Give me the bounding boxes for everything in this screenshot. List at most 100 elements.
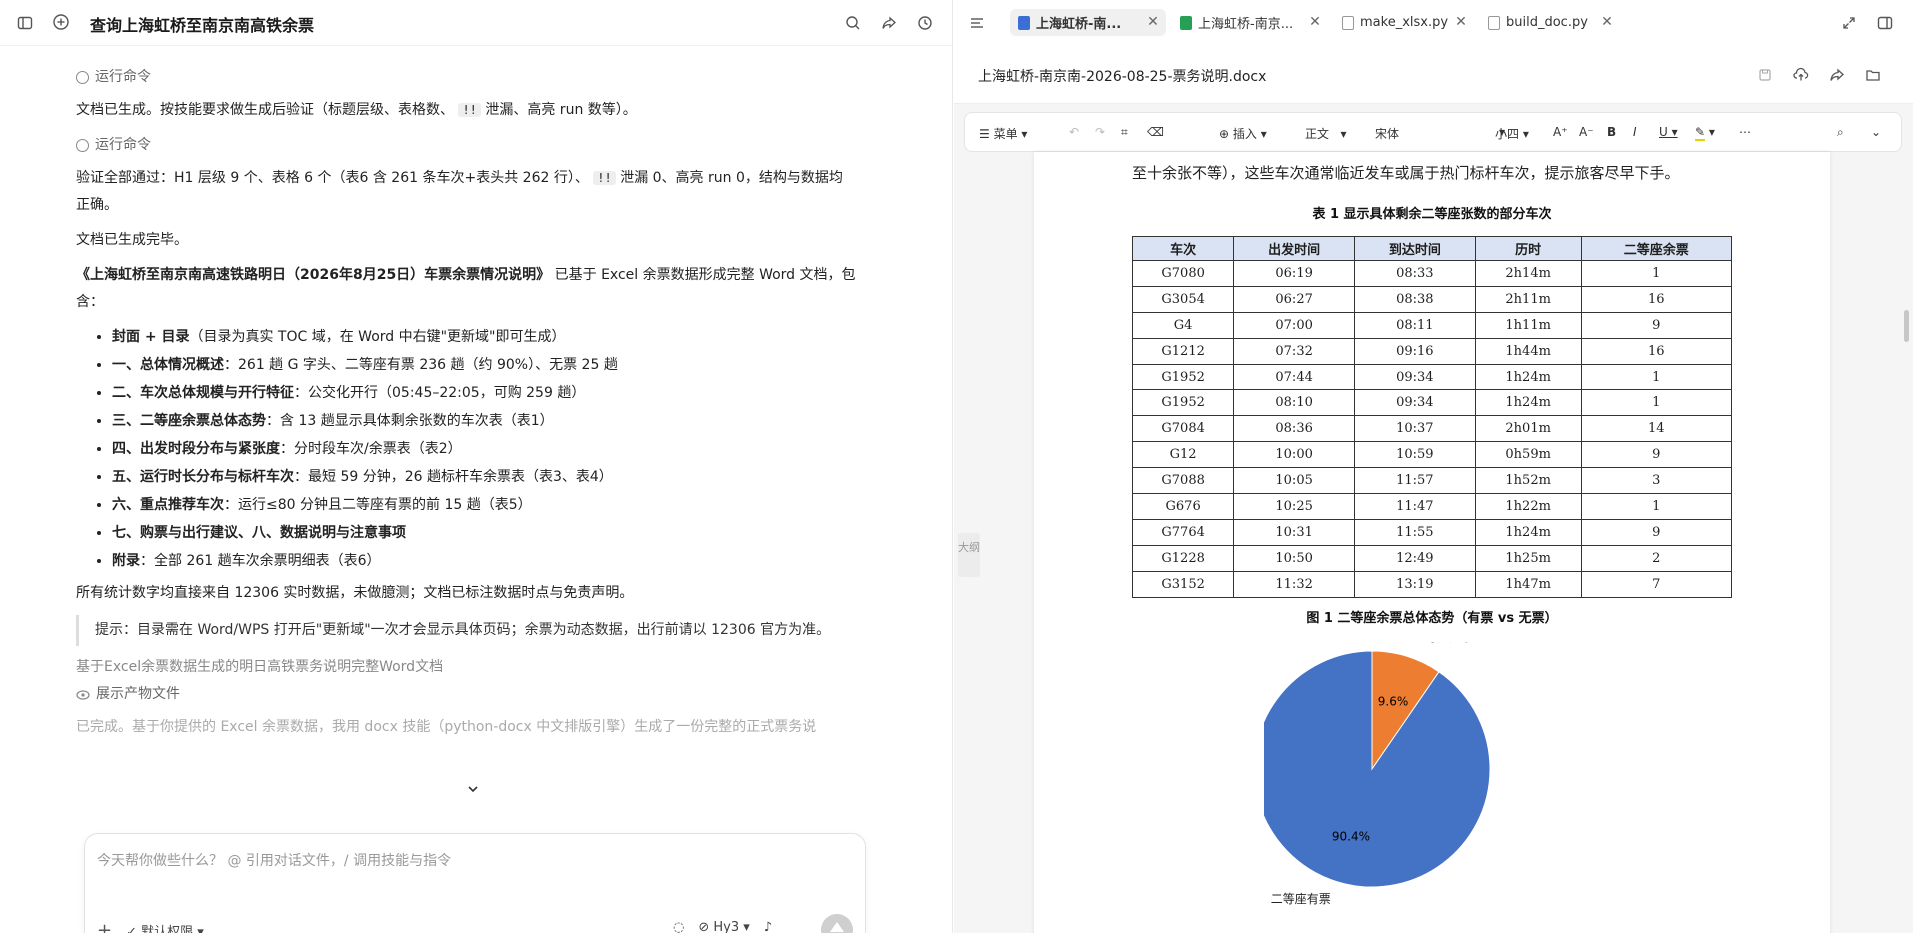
run-command-item[interactable]: 运行命令 xyxy=(76,64,856,91)
decrease-font-icon[interactable]: A⁻ xyxy=(1579,125,1594,139)
table-cell: 16 xyxy=(1580,285,1733,313)
show-artifact-button[interactable]: 展示产物文件 xyxy=(76,681,856,708)
table-header-cell: 到达时间 xyxy=(1353,236,1476,261)
share-icon[interactable] xyxy=(1826,64,1848,86)
table-caption: 表 1 显示具体剩余二等座张数的部分车次 xyxy=(1312,207,1552,222)
upload-icon[interactable] xyxy=(1790,64,1812,86)
table-cell: 1h52m xyxy=(1474,467,1582,495)
table-header-cell: 车次 xyxy=(1131,236,1235,261)
table-cell: 11:57 xyxy=(1353,467,1476,495)
table-cell: 9 xyxy=(1580,441,1733,469)
table-cell: 9 xyxy=(1580,311,1733,339)
message-paragraph: 验证全部通过：H1 层级 9 个、表格 6 个（表6 含 261 条车次+表头共… xyxy=(76,170,843,213)
table-cell: 08:38 xyxy=(1353,285,1476,313)
table-cell: 10:59 xyxy=(1353,441,1476,469)
insert-button[interactable]: ⊕ 插入 ▾ xyxy=(1219,125,1267,142)
table-cell: 0h59m xyxy=(1474,441,1582,469)
table-row: G12 10:00 10:59 0h59m 9 xyxy=(1131,441,1733,469)
list-item: 封面 + 目录（目录为真实 TOC 域，在 Word 中右键"更新域"即可生成） xyxy=(112,324,856,350)
outline-tab[interactable]: 大纲 xyxy=(958,533,980,577)
table-cell: 2 xyxy=(1580,544,1733,572)
undo-icon[interactable]: ↶ xyxy=(1069,125,1079,139)
highlight-icon[interactable]: ✎ ▾ xyxy=(1695,125,1715,141)
loading-icon: ◌ xyxy=(673,920,685,933)
table-cell: 07:44 xyxy=(1233,363,1355,391)
close-icon[interactable]: ✕ xyxy=(1600,15,1614,29)
table-cell: 1h44m xyxy=(1474,337,1582,365)
menu-button[interactable]: ☰ 菜单 ▾ xyxy=(979,125,1027,142)
run-command-item[interactable]: 运行命令 xyxy=(76,132,856,159)
chat-input-box[interactable]: 今天帮你做些什么？ @ 引用对话文件，/ 调用技能与指令 + ✓ 默认权限 ▾ … xyxy=(84,833,866,933)
underline-icon[interactable]: U ▾ xyxy=(1659,125,1678,139)
table-cell: 1 xyxy=(1580,389,1733,417)
model-selector[interactable]: ⊘ Hy3 ▾ xyxy=(698,920,749,933)
mic-icon[interactable]: ♪ xyxy=(764,920,772,933)
table-cell: 10:00 xyxy=(1233,441,1355,469)
history-icon[interactable] xyxy=(914,12,936,34)
increase-font-icon[interactable]: A⁺ xyxy=(1553,125,1568,139)
terminal-icon xyxy=(76,71,89,84)
style-selector[interactable]: 正文 ▾ xyxy=(1305,125,1346,142)
eraser-icon[interactable]: ⌫ xyxy=(1147,125,1164,139)
font-selector[interactable]: 宋体 ▾ xyxy=(1375,125,1505,142)
font-size-selector[interactable]: 小四 ▾ xyxy=(1495,125,1529,142)
save-icon[interactable] xyxy=(1754,64,1776,86)
scrollbar[interactable] xyxy=(1904,310,1909,342)
table-cell: 2h11m xyxy=(1474,285,1582,313)
list-item: 二、车次总体规模与开行特征：公交化开行（05:45–22:05，可购 259 趟… xyxy=(112,380,856,406)
redo-icon[interactable]: ↷ xyxy=(1095,125,1105,139)
pie-chart: 9.6% 二等座无票 90.4% 二等座有票 xyxy=(1264,642,1491,906)
close-icon[interactable]: ✕ xyxy=(1454,15,1468,29)
table-cell: G4 xyxy=(1131,311,1235,339)
permission-selector[interactable]: ✓ 默认权限 ▾ xyxy=(126,921,204,933)
table-cell: G7764 xyxy=(1131,518,1235,546)
format-painter-icon[interactable]: ⌗ xyxy=(1121,125,1128,140)
table-cell: 1 xyxy=(1580,260,1733,287)
table-cell: 11:32 xyxy=(1233,570,1355,598)
menu-list-icon[interactable] xyxy=(966,12,988,34)
bold-icon[interactable]: B xyxy=(1607,125,1616,139)
table-cell: G1952 xyxy=(1131,363,1235,391)
find-icon[interactable]: ⌕ xyxy=(1837,125,1844,140)
table-cell: 10:50 xyxy=(1233,544,1355,572)
split-view-icon[interactable] xyxy=(1874,12,1896,34)
expand-icon[interactable] xyxy=(1838,12,1860,34)
more-icon[interactable]: ⋯ xyxy=(1739,125,1751,139)
table-cell: 14 xyxy=(1580,415,1733,443)
table-row: G676 10:25 11:47 1h22m 1 xyxy=(1131,493,1733,520)
table-cell: 1h25m xyxy=(1474,544,1582,572)
tab-xlsx[interactable]: 上海虹桥-南京... ✕ xyxy=(1172,9,1328,36)
table-cell: 08:11 xyxy=(1353,311,1476,339)
figure-caption: 图 1 二等座余票总体态势（有票 vs 无票） xyxy=(1306,611,1558,626)
tab-bar: 上海虹桥-南... ✕ 上海虹桥-南京... ✕ make_xlsx.py ✕ bui… xyxy=(954,0,1913,46)
table-cell: 08:10 xyxy=(1233,389,1355,417)
share-icon[interactable] xyxy=(878,12,900,34)
table-cell: 16 xyxy=(1580,337,1733,365)
list-item: 六、重点推荐车次：运行≤80 分钟且二等座有票的前 15 趟（表5） xyxy=(112,492,856,518)
italic-icon[interactable]: I xyxy=(1633,125,1637,139)
new-chat-icon[interactable] xyxy=(50,11,72,33)
tab-make-xlsx[interactable]: make_xlsx.py ✕ xyxy=(1334,9,1474,36)
table-cell: G3152 xyxy=(1131,570,1235,598)
pie-data-label: 90.4% xyxy=(1332,830,1370,844)
table-cell: G7084 xyxy=(1131,415,1235,443)
table-cell: 07:32 xyxy=(1233,337,1355,365)
plus-icon[interactable]: + xyxy=(97,920,112,933)
table-cell: 09:34 xyxy=(1353,363,1476,391)
search-icon[interactable] xyxy=(842,12,864,34)
list-item: 一、总体情况概述：261 趟 G 字头、二等座有票 236 趟（约 90%）、无… xyxy=(112,352,856,378)
tab-docx[interactable]: 上海虹桥-南... ✕ xyxy=(1010,9,1166,36)
chat-input[interactable]: 今天帮你做些什么？ @ 引用对话文件，/ 调用技能与指令 xyxy=(97,850,451,870)
scroll-down-icon[interactable] xyxy=(466,782,488,804)
body-text: 至十余张不等），这些车次通常临近发车或属于热门标杆车次，提示旅客尽早下手。 xyxy=(1132,164,1680,182)
folder-icon[interactable] xyxy=(1862,64,1884,86)
close-icon[interactable]: ✕ xyxy=(1308,15,1322,29)
table-cell: 7 xyxy=(1580,570,1733,598)
collapse-toolbar-icon[interactable]: ⌄ xyxy=(1871,125,1881,139)
word-file-icon xyxy=(1018,15,1030,30)
sidebar-toggle-icon[interactable] xyxy=(14,12,36,34)
tab-build-doc[interactable]: build_doc.py ✕ xyxy=(1480,9,1620,36)
send-button[interactable] xyxy=(821,914,853,933)
close-icon[interactable]: ✕ xyxy=(1146,15,1160,29)
table-row: G7080 06:19 08:33 2h14m 1 xyxy=(1131,260,1733,287)
